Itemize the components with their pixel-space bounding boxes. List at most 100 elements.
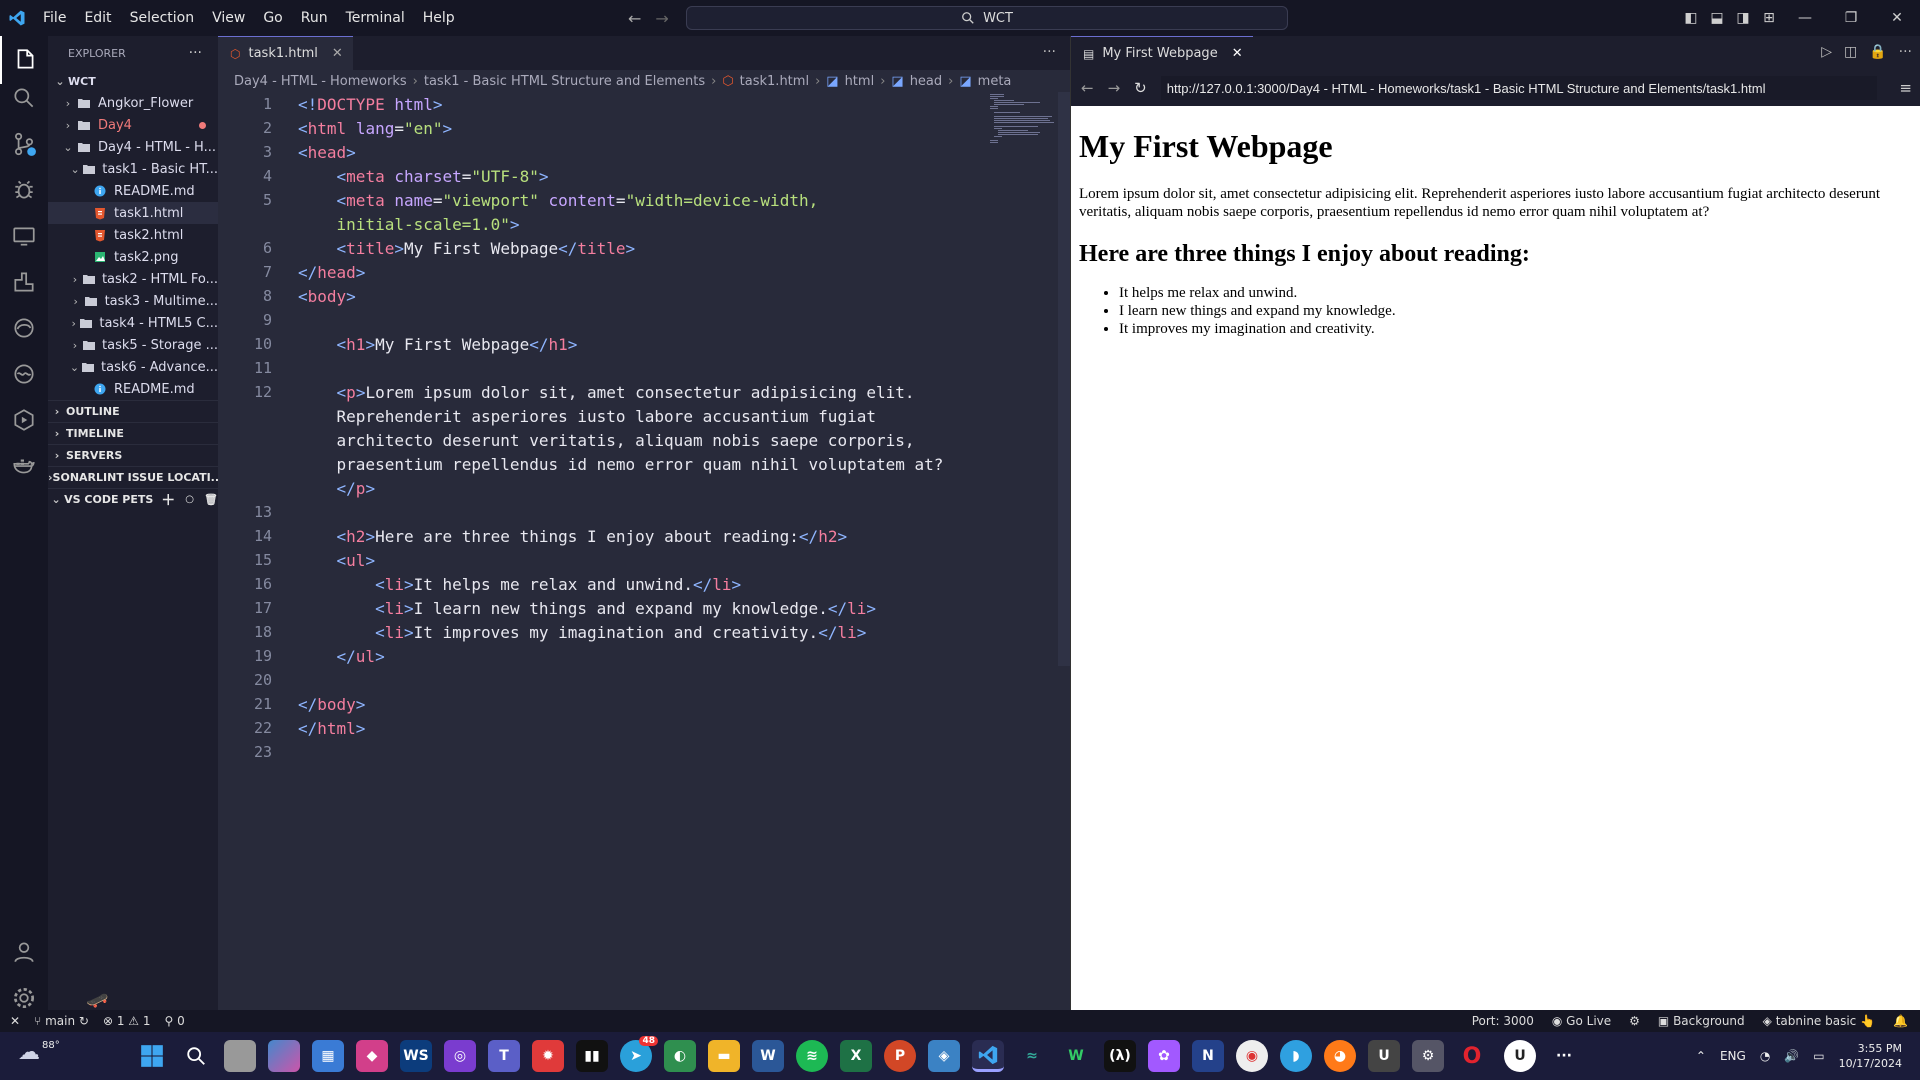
code-line[interactable]: 17 <li>I learn new things and expand my …: [218, 596, 1058, 620]
teams-icon[interactable]: T: [488, 1040, 520, 1072]
restore-button[interactable]: ❐: [1828, 10, 1874, 26]
customize-layout-icon[interactable]: ⊞: [1756, 10, 1782, 26]
folder-item[interactable]: › task2 - HTML Fo...: [48, 268, 218, 290]
lambda-app-icon[interactable]: (λ): [1104, 1040, 1136, 1072]
forward-arrow-icon[interactable]: →: [655, 9, 668, 28]
powerpoint-icon[interactable]: P: [884, 1040, 916, 1072]
sidebar-section[interactable]: › OUTLINE: [48, 400, 218, 422]
code-line[interactable]: 13: [218, 500, 1058, 524]
volume-icon[interactable]: 🔊: [1784, 1049, 1799, 1063]
back-arrow-icon[interactable]: ←: [628, 9, 641, 28]
run-debug-icon[interactable]: [0, 166, 48, 214]
code-line[interactable]: 18 <li>It improves my imagination and cr…: [218, 620, 1058, 644]
ports-indicator[interactable]: ⚲ 0: [164, 1014, 184, 1028]
back-icon[interactable]: ←: [1081, 79, 1094, 97]
menu-view[interactable]: View: [203, 0, 254, 36]
code-line[interactable]: 12 <p>Lorem ipsum dolor sit, amet consec…: [218, 380, 1058, 404]
code-line[interactable]: 16 <li>It helps me relax and unwind.</li…: [218, 572, 1058, 596]
menu-run[interactable]: Run: [292, 0, 337, 36]
split-editor-icon[interactable]: ◫: [1844, 44, 1857, 60]
port-status[interactable]: Port: 3000: [1472, 1014, 1534, 1028]
code-line[interactable]: Reprehenderit asperiores iusto labore ac…: [218, 404, 1058, 428]
weather-widget[interactable]: ☁ 88°: [18, 1040, 60, 1065]
go-live-button[interactable]: ◉ Go Live: [1552, 1014, 1611, 1028]
reload-icon[interactable]: ↻: [1134, 79, 1147, 97]
extensions-icon[interactable]: [0, 258, 48, 306]
url-input[interactable]: http://127.0.0.1:3000/Day4 - HTML - Home…: [1160, 76, 1878, 100]
more-actions-icon[interactable]: ···: [189, 45, 202, 61]
trash-icon[interactable]: 🗑: [204, 493, 218, 506]
menu-file[interactable]: File: [34, 0, 75, 36]
file-item[interactable]: README.md: [48, 180, 218, 202]
tray-chevron-up-icon[interactable]: ⌃: [1696, 1049, 1706, 1063]
git-branch[interactable]: ⑂ main ↻: [34, 1014, 89, 1028]
code-line[interactable]: 1 <!DOCTYPE html>: [218, 92, 1058, 116]
folder-item[interactable]: › Angkor_Flower: [48, 92, 218, 114]
copilot-app-icon[interactable]: [268, 1040, 300, 1072]
sidebar-section[interactable]: › SONARLINT ISSUE LOCATI...: [48, 466, 218, 488]
webstorm-icon[interactable]: WS: [400, 1040, 432, 1072]
toggle-secondary-sidebar-icon[interactable]: ◨: [1730, 10, 1756, 26]
jetbrains-toolbox-icon[interactable]: ◆: [356, 1040, 388, 1072]
source-control-icon[interactable]: [0, 120, 48, 168]
docker-icon[interactable]: [0, 442, 48, 490]
ball-icon[interactable]: ○: [185, 494, 194, 505]
minimize-button[interactable]: —: [1782, 10, 1828, 26]
code-line[interactable]: 11: [218, 356, 1058, 380]
tabnine-status[interactable]: ◈ tabnine basic 👆: [1763, 1014, 1875, 1028]
vpn-app-icon[interactable]: ◈: [928, 1040, 960, 1072]
windows-start-icon[interactable]: [136, 1040, 168, 1072]
file-explorer-icon[interactable]: ▬: [708, 1040, 740, 1072]
preview-more-icon[interactable]: ···: [1899, 44, 1912, 60]
code-line[interactable]: 22 </html>: [218, 716, 1058, 740]
menu-help[interactable]: Help: [414, 0, 464, 36]
folder-item[interactable]: › task4 - HTML5 C...: [48, 312, 218, 334]
sidebar-section[interactable]: ⌄ VS CODE PETS ＋ ○ 🗑: [48, 488, 218, 510]
run-icon[interactable]: ▷: [1821, 44, 1832, 60]
menu-go[interactable]: Go: [254, 0, 291, 36]
file-item[interactable]: README.md: [48, 378, 218, 400]
gitkraken-icon[interactable]: ≈: [1016, 1040, 1048, 1072]
code-line[interactable]: 19 </ul>: [218, 644, 1058, 668]
menu-selection[interactable]: Selection: [121, 0, 204, 36]
toggle-panel-icon[interactable]: ⬓: [1704, 10, 1730, 26]
file-item[interactable]: task1.html: [48, 202, 218, 224]
folder-item[interactable]: ⌄ Day4 - HTML - H...: [48, 136, 218, 158]
sidebar-section[interactable]: › SERVERS: [48, 444, 218, 466]
virtualbox-icon[interactable]: ⚙: [1412, 1040, 1444, 1072]
code-line[interactable]: 23: [218, 740, 1058, 764]
code-line[interactable]: 15 <ul>: [218, 548, 1058, 572]
opera-icon[interactable]: O: [1456, 1040, 1488, 1072]
close-window-button[interactable]: ✕: [1874, 10, 1920, 26]
notifications-bell-icon[interactable]: 🔔: [1893, 1014, 1908, 1028]
webflow-icon[interactable]: W: [1060, 1040, 1092, 1072]
editor-scrollbar[interactable]: [1058, 92, 1070, 666]
input-language[interactable]: ENG: [1720, 1049, 1746, 1063]
file-item[interactable]: task2.html: [48, 224, 218, 246]
wifi-icon[interactable]: ◔: [1760, 1049, 1770, 1063]
code-line[interactable]: 10 <h1>My First Webpage</h1>: [218, 332, 1058, 356]
u-circle-app-icon[interactable]: U: [1504, 1040, 1536, 1072]
vscode-taskbar-icon[interactable]: [972, 1040, 1004, 1072]
folder-item[interactable]: › Day4: [48, 114, 218, 136]
code-line[interactable]: initial-scale=1.0">: [218, 212, 1058, 236]
code-line[interactable]: 7 </head>: [218, 260, 1058, 284]
word-icon[interactable]: W: [752, 1040, 784, 1072]
toggle-sidebar-icon[interactable]: ◧: [1678, 10, 1704, 26]
close-preview-tab-icon[interactable]: ✕: [1232, 46, 1243, 61]
chrome-icon[interactable]: ◉: [1236, 1040, 1268, 1072]
editor-more-actions-icon[interactable]: ···: [1043, 44, 1056, 60]
task-view-icon[interactable]: [224, 1040, 256, 1072]
spotify-icon[interactable]: ≋: [796, 1040, 828, 1072]
edge-devtools-icon[interactable]: [0, 304, 48, 352]
breadcrumb-item[interactable]: head: [910, 74, 942, 89]
sidebar-section[interactable]: › TIMELINE: [48, 422, 218, 444]
code-line[interactable]: 2 <html lang="en">: [218, 116, 1058, 140]
code-line[interactable]: 6 <title>My First Webpage</title>: [218, 236, 1058, 260]
breadcrumb-item[interactable]: Day4 - HTML - Homeworks: [234, 74, 407, 89]
breadcrumb-item[interactable]: meta: [978, 74, 1012, 89]
telegram-icon[interactable]: ➤ 48: [620, 1036, 658, 1072]
folder-item[interactable]: ⌄ task6 - Advance...: [48, 356, 218, 378]
code-line[interactable]: 14 <h2>Here are three things I enjoy abo…: [218, 524, 1058, 548]
folder-item[interactable]: › task3 - Multime...: [48, 290, 218, 312]
